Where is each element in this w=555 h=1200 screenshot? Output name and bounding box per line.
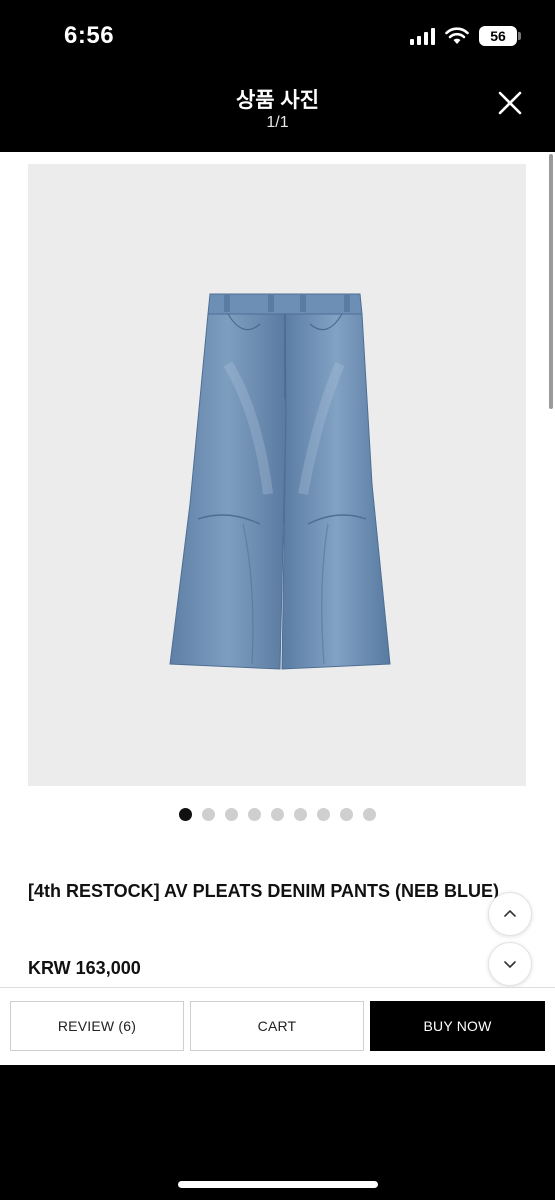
carousel-dot[interactable] <box>248 808 261 821</box>
battery-icon: 56 <box>479 26 521 46</box>
carousel-dot[interactable] <box>294 808 307 821</box>
cart-button[interactable]: CART <box>190 1001 364 1051</box>
buy-now-button[interactable]: BUY NOW <box>370 1001 545 1051</box>
scroll-down-button[interactable] <box>488 942 532 986</box>
scrollbar[interactable] <box>549 154 553 409</box>
carousel-dot[interactable] <box>271 808 284 821</box>
jeans-image <box>169 293 391 670</box>
review-button[interactable]: REVIEW (6) <box>10 1001 184 1051</box>
status-bar: 6:56 56 <box>0 0 555 72</box>
carousel-dot[interactable] <box>225 808 238 821</box>
status-time: 6:56 <box>64 22 115 49</box>
carousel-dots <box>0 808 555 821</box>
carousel-dot[interactable] <box>317 808 330 821</box>
page-title: 상품 사진 <box>235 89 320 112</box>
carousel-dot[interactable] <box>363 808 376 821</box>
signal-icon <box>410 27 435 45</box>
home-area <box>0 1065 555 1200</box>
close-icon[interactable] <box>495 88 525 118</box>
status-icons: 56 <box>410 26 521 46</box>
product-title: [4th RESTOCK] AV PLEATS DENIM PANTS (NEB… <box>28 881 500 901</box>
wifi-icon <box>445 27 469 44</box>
viewer-header: 상품 사진 1/1 <box>0 72 555 152</box>
scroll-up-button[interactable] <box>488 892 532 936</box>
carousel-dot[interactable] <box>179 808 192 821</box>
chevron-up-icon <box>504 910 516 917</box>
chevron-down-icon <box>504 961 516 968</box>
product-content: [4th RESTOCK] AV PLEATS DENIM PANTS (NEB… <box>0 152 555 987</box>
home-indicator[interactable] <box>178 1181 378 1188</box>
carousel-dot[interactable] <box>340 808 353 821</box>
photo-counter: 1/1 <box>266 114 289 131</box>
product-photo[interactable] <box>28 164 526 786</box>
action-bar: REVIEW (6) CART BUY NOW <box>0 987 555 1065</box>
product-price: KRW 163,000 <box>28 958 141 978</box>
carousel-dot[interactable] <box>202 808 215 821</box>
